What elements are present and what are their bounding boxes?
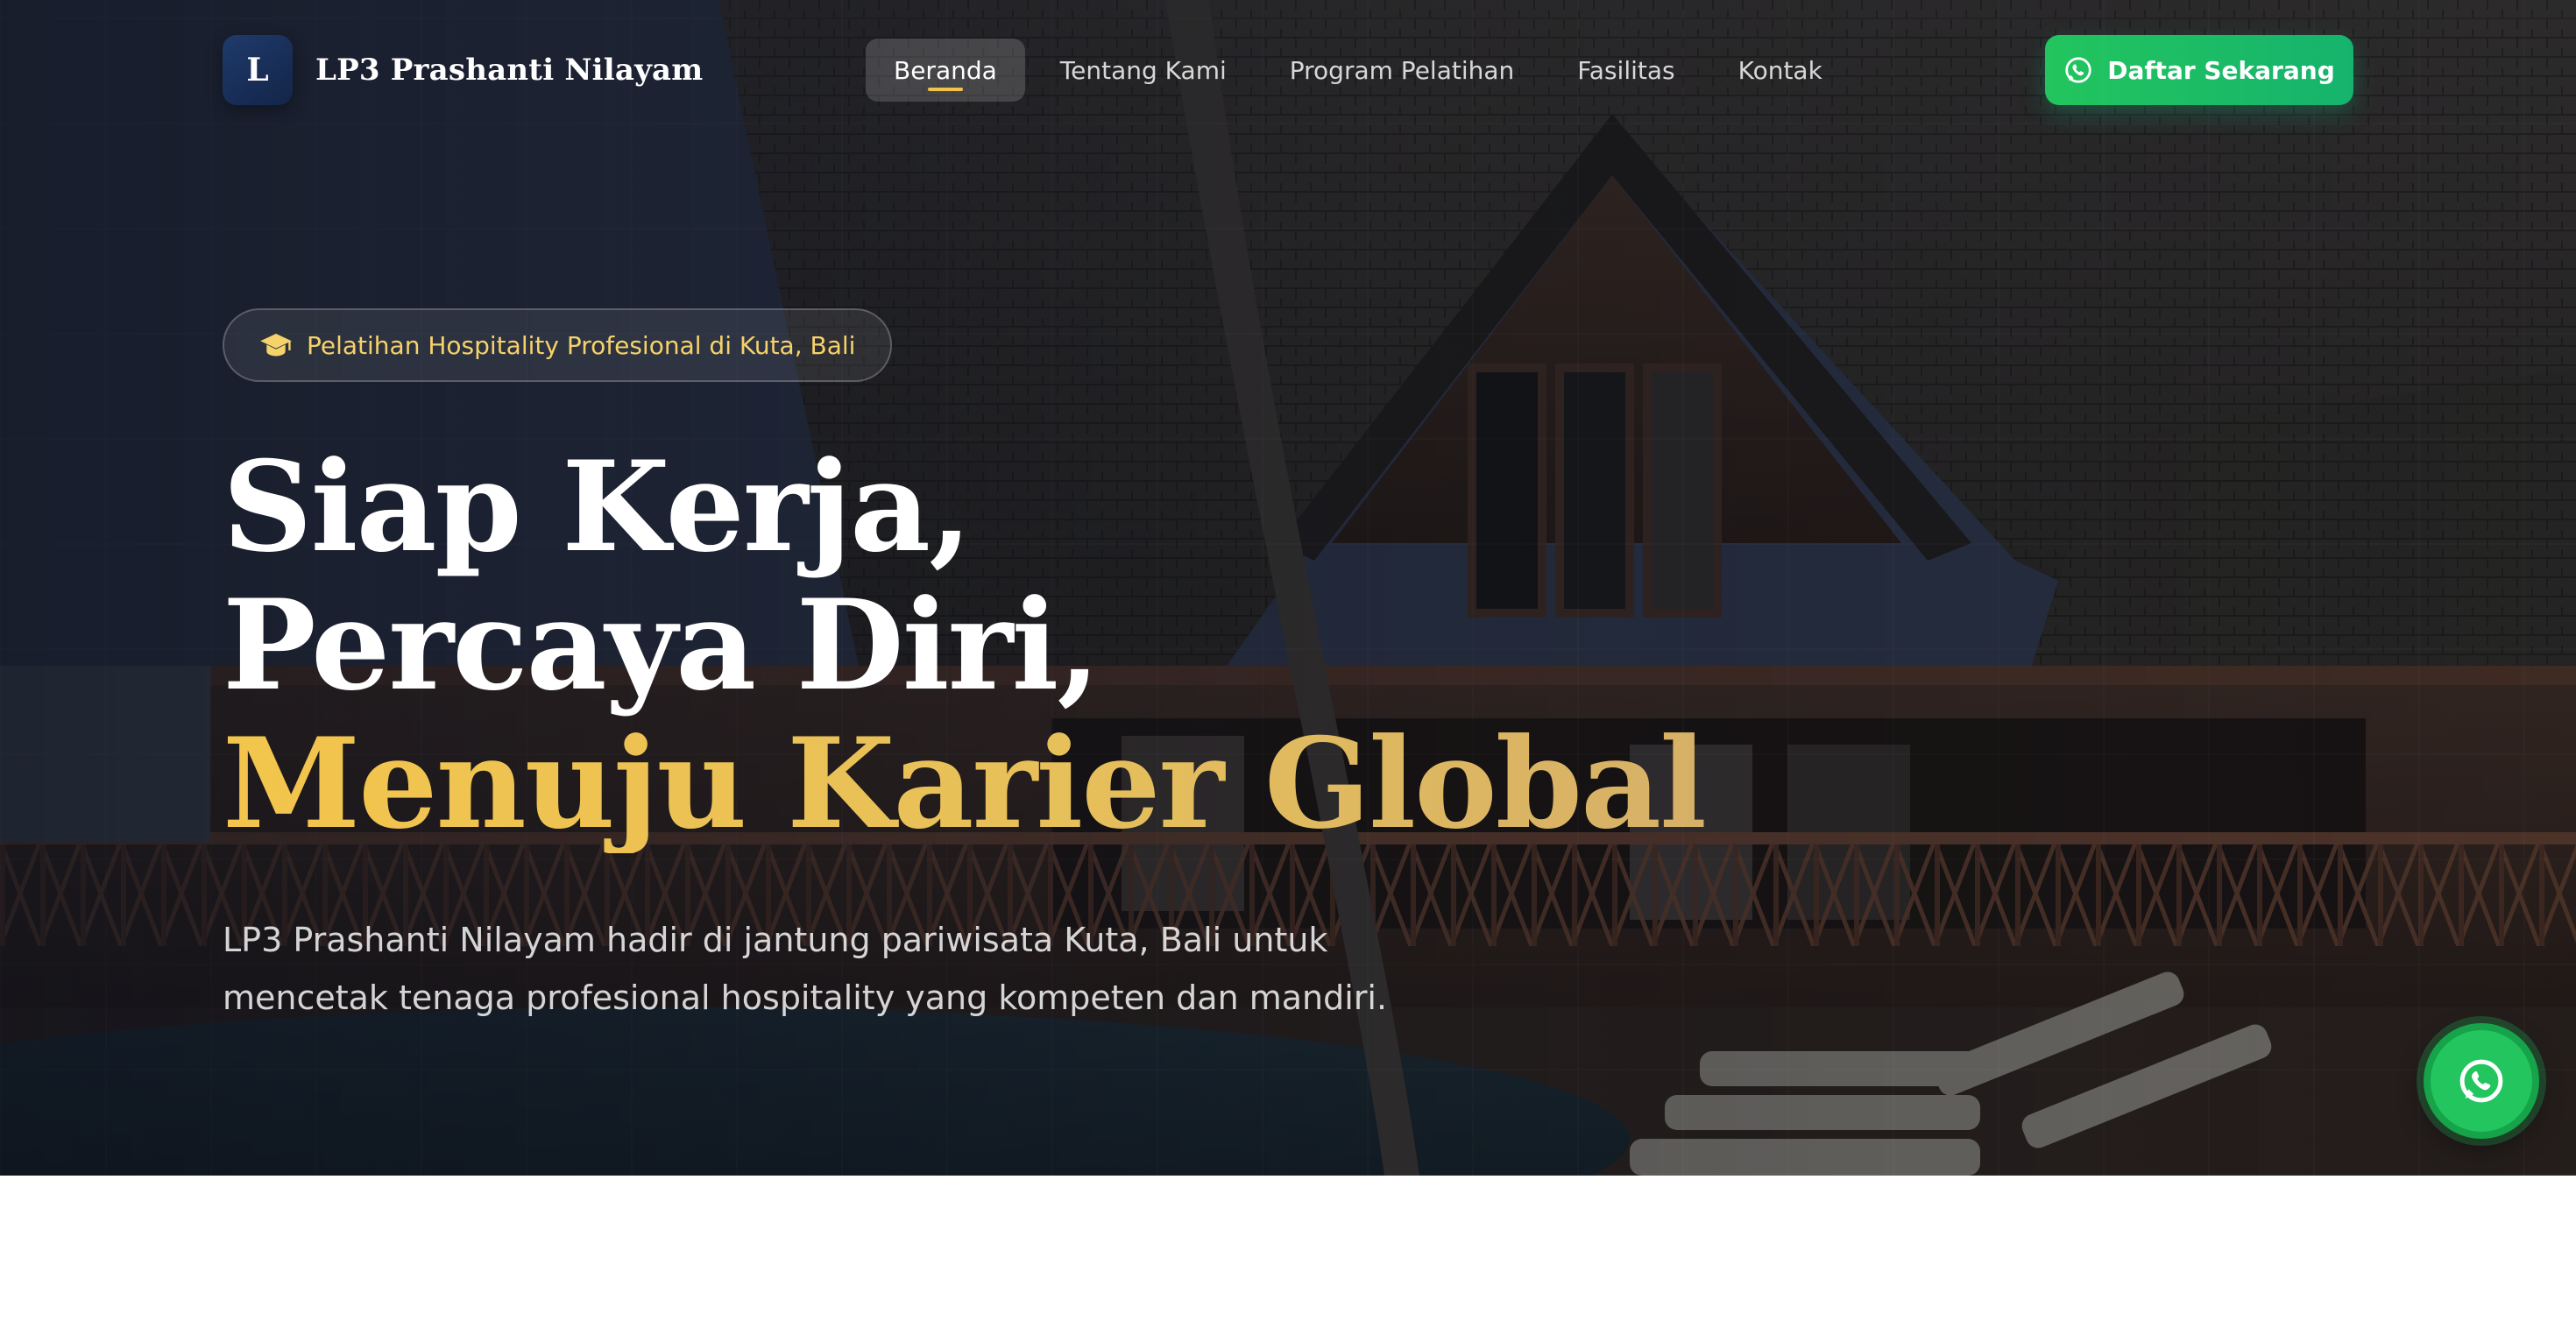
hero-headline: Siap Kerja, Percaya Diri, Menuju Karier … — [223, 434, 1748, 857]
register-button[interactable]: Daftar Sekarang — [2045, 35, 2353, 105]
register-button-label: Daftar Sekarang — [2107, 55, 2335, 85]
nav-item-program-pelatihan[interactable]: Program Pelatihan — [1262, 39, 1543, 102]
whatsapp-icon — [2459, 1059, 2503, 1103]
nav-item-tentang-kami[interactable]: Tentang Kami — [1032, 39, 1255, 102]
brand[interactable]: L LP3 Prashanti Nilayam — [223, 35, 703, 105]
headline-line-1: Siap Kerja, — [223, 434, 973, 580]
nav-item-beranda[interactable]: Beranda — [866, 39, 1025, 102]
floating-whatsapp-button[interactable] — [2424, 1023, 2539, 1139]
hero-badge: Pelatihan Hospitality Profesional di Kut… — [223, 308, 893, 382]
nav-item-fasilitas[interactable]: Fasilitas — [1549, 39, 1702, 102]
nav-item-kontak[interactable]: Kontak — [1710, 39, 1851, 102]
hero-section: L LP3 Prashanti Nilayam Beranda Tentang … — [0, 0, 2576, 1176]
brand-name: LP3 Prashanti Nilayam — [315, 53, 704, 88]
graduation-cap-icon — [260, 333, 292, 357]
hero-description: LP3 Prashanti Nilayam hadir di jantung p… — [223, 921, 1388, 1017]
main-nav: Beranda Tentang Kami Program Pelatihan F… — [866, 39, 1851, 102]
top-navbar: L LP3 Prashanti Nilayam Beranda Tentang … — [0, 0, 2576, 140]
headline-line-2: Percaya Diri, — [223, 573, 1100, 718]
headline-line-3: Menuju Karier Global. — [223, 711, 1748, 857]
whatsapp-icon — [2065, 57, 2091, 83]
hero-badge-text: Pelatihan Hospitality Profesional di Kut… — [307, 330, 856, 360]
brand-logo: L — [223, 35, 293, 105]
